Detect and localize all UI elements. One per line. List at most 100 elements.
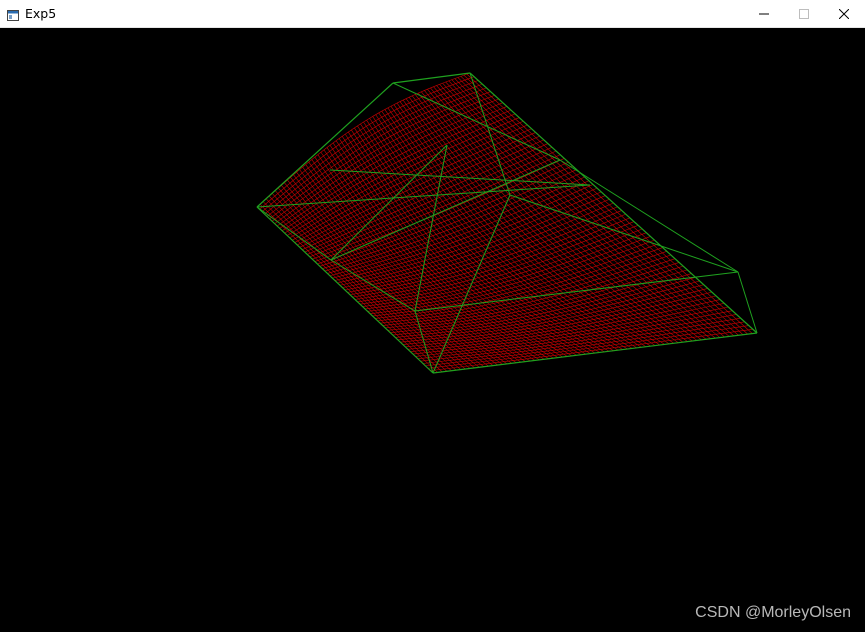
surface-line <box>638 338 651 347</box>
surface-line <box>354 287 363 296</box>
surface-line <box>495 200 507 206</box>
surface-line <box>419 289 431 292</box>
surface-line <box>503 122 516 134</box>
surface-line <box>596 210 609 222</box>
surface-line <box>521 291 533 301</box>
surface-line <box>630 319 644 323</box>
surface-line <box>562 313 574 322</box>
surface-line <box>340 186 349 198</box>
surface-line <box>492 179 504 186</box>
surface-line <box>582 236 596 243</box>
render-canvas[interactable]: CSDN @MorleyOlsen <box>0 28 865 632</box>
surface-line <box>349 292 361 296</box>
surface-line <box>534 240 547 246</box>
surface-line <box>358 203 369 210</box>
surface-line <box>398 150 409 156</box>
wireframe-edge <box>509 194 739 273</box>
surface-line <box>592 195 606 207</box>
surface-line <box>541 170 554 182</box>
surface-line <box>381 124 391 130</box>
surface-line <box>337 173 347 181</box>
surface-line <box>361 207 372 213</box>
surface-line <box>448 355 458 363</box>
surface-line <box>352 212 362 218</box>
surface-line <box>546 284 558 294</box>
surface-line <box>306 204 316 211</box>
surface-line <box>580 201 593 213</box>
surface-line <box>400 169 410 183</box>
surface-line <box>454 135 465 141</box>
surface-line <box>655 290 669 301</box>
surface-line <box>680 331 693 342</box>
surface-line <box>346 183 356 195</box>
surface-line <box>556 349 568 357</box>
surface-line <box>406 276 416 286</box>
surface-line <box>656 270 671 275</box>
surface-line <box>674 285 687 296</box>
surface-line <box>676 287 691 293</box>
surface-line <box>656 314 669 324</box>
surface-line <box>395 201 406 207</box>
surface-line <box>542 351 554 359</box>
surface-line <box>320 205 330 212</box>
surface-line <box>383 178 393 191</box>
surface-line <box>362 232 371 243</box>
surface-line <box>361 240 372 245</box>
surface-line <box>384 253 396 257</box>
surface-line <box>338 138 348 151</box>
surface-line <box>671 338 686 341</box>
surface-line <box>491 196 504 202</box>
surface-line <box>652 336 665 345</box>
surface-line <box>417 344 430 346</box>
surface-line <box>303 211 312 220</box>
surface-line <box>601 268 615 274</box>
close-button[interactable] <box>821 0 865 28</box>
surface-line <box>657 335 670 345</box>
surface-line <box>420 346 433 349</box>
surface-line <box>348 289 356 297</box>
surface-line <box>611 342 623 350</box>
surface-line <box>341 136 351 149</box>
surface-line <box>536 300 550 305</box>
surface-line <box>369 249 380 254</box>
surface-line <box>721 325 735 337</box>
surface-line <box>406 288 417 292</box>
surface-line <box>584 308 596 318</box>
surface-line <box>457 139 468 145</box>
surface-line <box>424 131 435 137</box>
surface-line <box>407 162 418 169</box>
surface-line <box>388 221 398 233</box>
surface-line <box>465 233 476 245</box>
surface-line <box>468 232 480 244</box>
surface-line <box>450 95 462 109</box>
surface-line <box>591 348 605 351</box>
surface-line <box>478 132 491 145</box>
surface-line <box>588 197 601 209</box>
surface-line <box>474 118 487 131</box>
surface-line <box>544 265 557 271</box>
surface-line <box>371 134 381 148</box>
surface-line <box>618 310 632 315</box>
surface-line <box>353 196 363 203</box>
surface-line <box>466 353 476 361</box>
surface-line <box>625 258 638 270</box>
surface-line <box>428 247 438 258</box>
surface-line <box>478 268 490 279</box>
surface-line <box>294 237 304 243</box>
surface-line <box>314 252 323 261</box>
surface-line <box>561 249 575 256</box>
surface-line <box>641 301 655 306</box>
surface-line <box>481 151 493 157</box>
surface-line <box>576 202 589 215</box>
title-bar[interactable]: Exp5 <box>0 0 865 28</box>
surface-line <box>335 140 345 153</box>
surface-line <box>551 271 565 277</box>
surface-line <box>406 334 419 337</box>
surface-line <box>383 236 394 241</box>
surface-line <box>415 111 426 124</box>
surface-line <box>539 228 552 235</box>
surface-line <box>488 358 498 366</box>
surface-line <box>537 192 550 199</box>
surface-line <box>317 154 326 166</box>
surface-line <box>573 259 586 266</box>
